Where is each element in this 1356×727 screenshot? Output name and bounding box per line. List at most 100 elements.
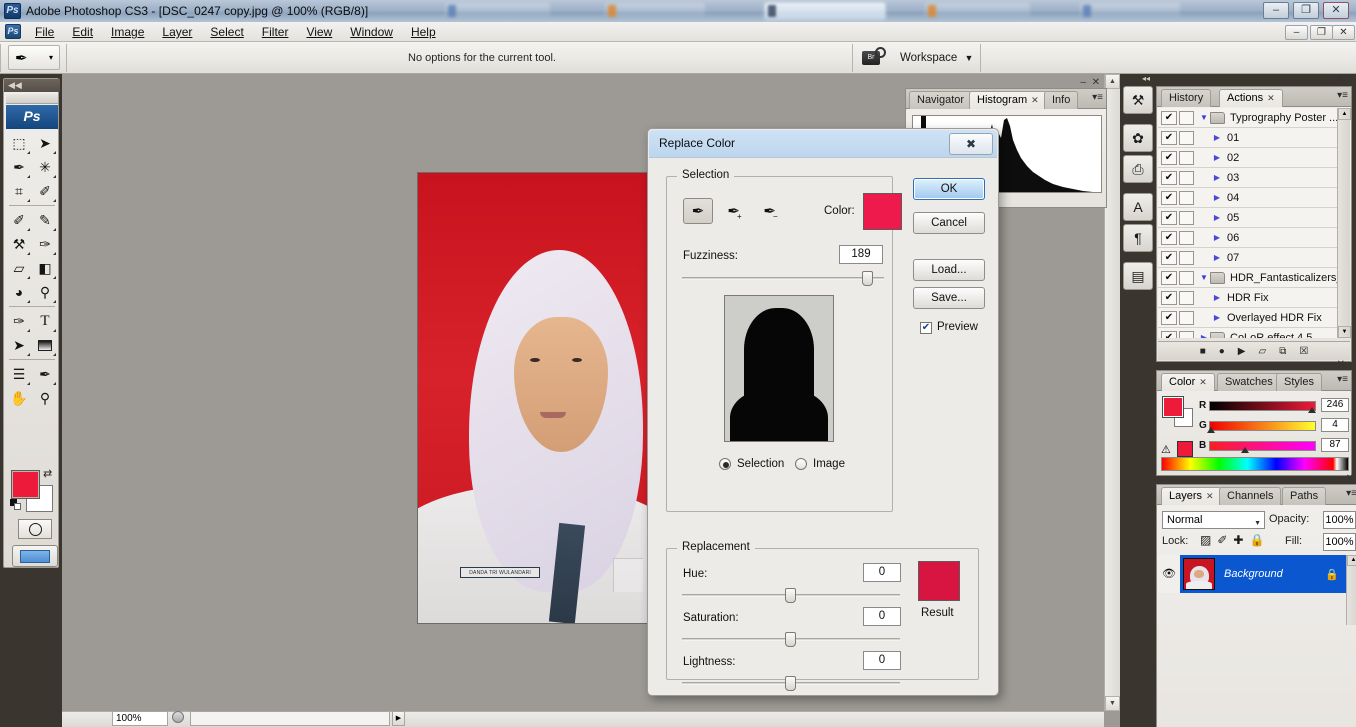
chevron-right-icon[interactable]: ▶ [1211,313,1223,322]
toolbox-collapse-button[interactable]: ◀◀ [4,79,60,92]
marquee-tool[interactable]: ⬚ [6,131,32,155]
actions-row[interactable]: ✔ ▶ 07 [1158,248,1350,268]
dialog-title-bar[interactable]: Replace Color ✖ [649,130,997,158]
blend-mode-select[interactable]: Normal ▼ [1162,511,1265,529]
magic-wand-tool[interactable]: ✳ [32,155,58,179]
layer-visibility-icon[interactable]: 👁 [1158,555,1180,593]
actions-row[interactable]: ✔ ▶ Overlayed HDR Fix [1158,308,1350,328]
tab-info[interactable]: Info [1044,91,1079,109]
chevron-right-icon[interactable]: ▶ [1211,153,1223,162]
actions-row[interactable]: ✔ ▼ HDR_Fantasticalizers_... [1158,268,1350,288]
current-tool-well[interactable]: ✒ ▾ [8,45,60,70]
actions-row[interactable]: ✔ ▶ 03 [1158,168,1350,188]
actions-panel-close[interactable]: ✕ [1337,75,1345,86]
save-button[interactable]: Save... [913,287,985,309]
dodge-tool[interactable]: ⚲ [32,280,58,304]
saturation-input[interactable]: 0 [863,607,901,626]
chevron-right-icon[interactable]: ▶ [1211,213,1223,222]
tab-color[interactable]: Color ✕ [1161,373,1215,391]
tab-styles[interactable]: Styles [1276,373,1322,391]
workspace-button[interactable]: Workspace ▼ [900,42,973,74]
type-tool[interactable]: T [32,309,58,333]
action-toggle-checkbox[interactable]: ✔ [1161,250,1177,265]
action-dialog-toggle[interactable] [1179,250,1194,265]
action-dialog-toggle[interactable] [1179,130,1194,145]
tab-channels[interactable]: Channels [1219,487,1282,505]
window-close-button[interactable]: ✕ [1332,25,1355,40]
lightness-slider-thumb[interactable] [785,676,796,691]
dock-collapse-button[interactable]: ◂◂ [1123,74,1153,85]
load-button[interactable]: Load... [913,259,985,281]
tab-history[interactable]: History [1161,89,1212,107]
crop-tool[interactable]: ⌗ [6,179,32,203]
notes-tool[interactable]: ☰ [6,362,32,386]
hue-slider-thumb[interactable] [785,588,796,603]
actions-row[interactable]: ✔ ▶ CoLoR effect 4.5 [1158,328,1350,338]
action-toggle-checkbox[interactable]: ✔ [1161,170,1177,185]
r-value[interactable]: 246 [1321,398,1349,412]
layer-comps-icon[interactable]: ▤ [1123,262,1153,290]
b-value[interactable]: 87 [1321,438,1349,452]
foreground-color-swatch[interactable] [11,470,40,499]
document-info-field[interactable] [190,711,390,726]
lock-image-icon[interactable]: ✐ [1217,533,1227,547]
layer-name[interactable]: Background [1224,568,1325,580]
scroll-up-arrow-icon[interactable]: ▲ [1338,108,1351,120]
dialog-close-button[interactable]: ✖ [949,133,993,155]
pen-tool[interactable]: ✑ [6,309,32,333]
record-button[interactable]: ● [1219,346,1225,357]
status-expand-icon[interactable]: ▶ [392,711,405,726]
action-dialog-toggle[interactable] [1179,110,1194,125]
scroll-down-arrow-icon[interactable]: ▼ [1105,696,1120,711]
action-dialog-toggle[interactable] [1179,310,1194,325]
menu-window[interactable]: Window [341,22,402,42]
brush-tool[interactable]: ✎ [32,208,58,232]
preview-selection-radio[interactable] [719,458,731,470]
actions-row[interactable]: ✔ ▶ 01 [1158,128,1350,148]
layer-thumbnail[interactable] [1183,558,1215,590]
r-slider-thumb[interactable] [1307,407,1316,413]
action-toggle-checkbox[interactable]: ✔ [1161,230,1177,245]
action-toggle-checkbox[interactable]: ✔ [1161,310,1177,325]
clone-source-icon[interactable]: ⎙ [1123,155,1153,183]
menu-image[interactable]: Image [102,22,153,42]
lock-position-icon[interactable]: ✚ [1233,533,1243,547]
stop-button[interactable]: ■ [1200,346,1206,357]
fuzziness-slider-track[interactable] [682,277,884,280]
r-slider[interactable] [1209,400,1316,411]
action-dialog-toggle[interactable] [1179,270,1194,285]
character-icon[interactable]: A [1123,193,1153,221]
brushes-icon[interactable]: ✿ [1123,124,1153,152]
histogram-panel-minimize[interactable]: – [1080,77,1086,88]
eyedropper-subtract-icon[interactable]: ✒ − [757,198,787,224]
go-to-bridge-icon[interactable]: Br [862,47,890,69]
document-info-icon[interactable] [172,711,186,725]
foreground-color-swatch[interactable] [1162,396,1184,418]
close-icon[interactable]: ✕ [1199,377,1207,387]
chevron-right-icon[interactable]: ▶ [1211,193,1223,202]
action-toggle-checkbox[interactable]: ✔ [1161,150,1177,165]
healing-brush-tool[interactable]: ✐ [6,208,32,232]
b-slider[interactable] [1209,440,1316,451]
actions-row[interactable]: ✔ ▶ HDR Fix [1158,288,1350,308]
g-value[interactable]: 4 [1321,418,1349,432]
quick-mask-icon[interactable] [18,519,52,539]
layers-panel-menu-icon[interactable]: ▾≡ [1346,488,1356,499]
actions-row[interactable]: ✔ ▶ 06 [1158,228,1350,248]
gamut-warning-icon[interactable]: ⚠ [1161,443,1171,456]
chevron-down-icon[interactable]: ▼ [1198,113,1210,122]
layers-scrollbar[interactable]: ▲ [1346,555,1356,625]
chevron-right-icon[interactable]: ▶ [1198,333,1210,338]
actions-scrollbar[interactable]: ▲ ▼ [1337,108,1351,338]
menu-edit[interactable]: Edit [63,22,102,42]
tool-presets-icon[interactable]: ⚒ [1123,86,1153,114]
close-icon[interactable]: ✕ [1206,491,1214,501]
action-dialog-toggle[interactable] [1179,210,1194,225]
menu-view[interactable]: View [297,22,341,42]
new-set-button[interactable]: ▱ [1258,346,1266,357]
preview-checkbox[interactable]: ✔ [920,322,932,334]
layers-panel-minimize[interactable]: – [1334,473,1340,484]
clone-stamp-tool[interactable]: ⚒ [6,232,32,256]
tab-layers[interactable]: Layers ✕ [1161,487,1222,505]
new-action-button[interactable]: ⧉ [1279,346,1286,357]
